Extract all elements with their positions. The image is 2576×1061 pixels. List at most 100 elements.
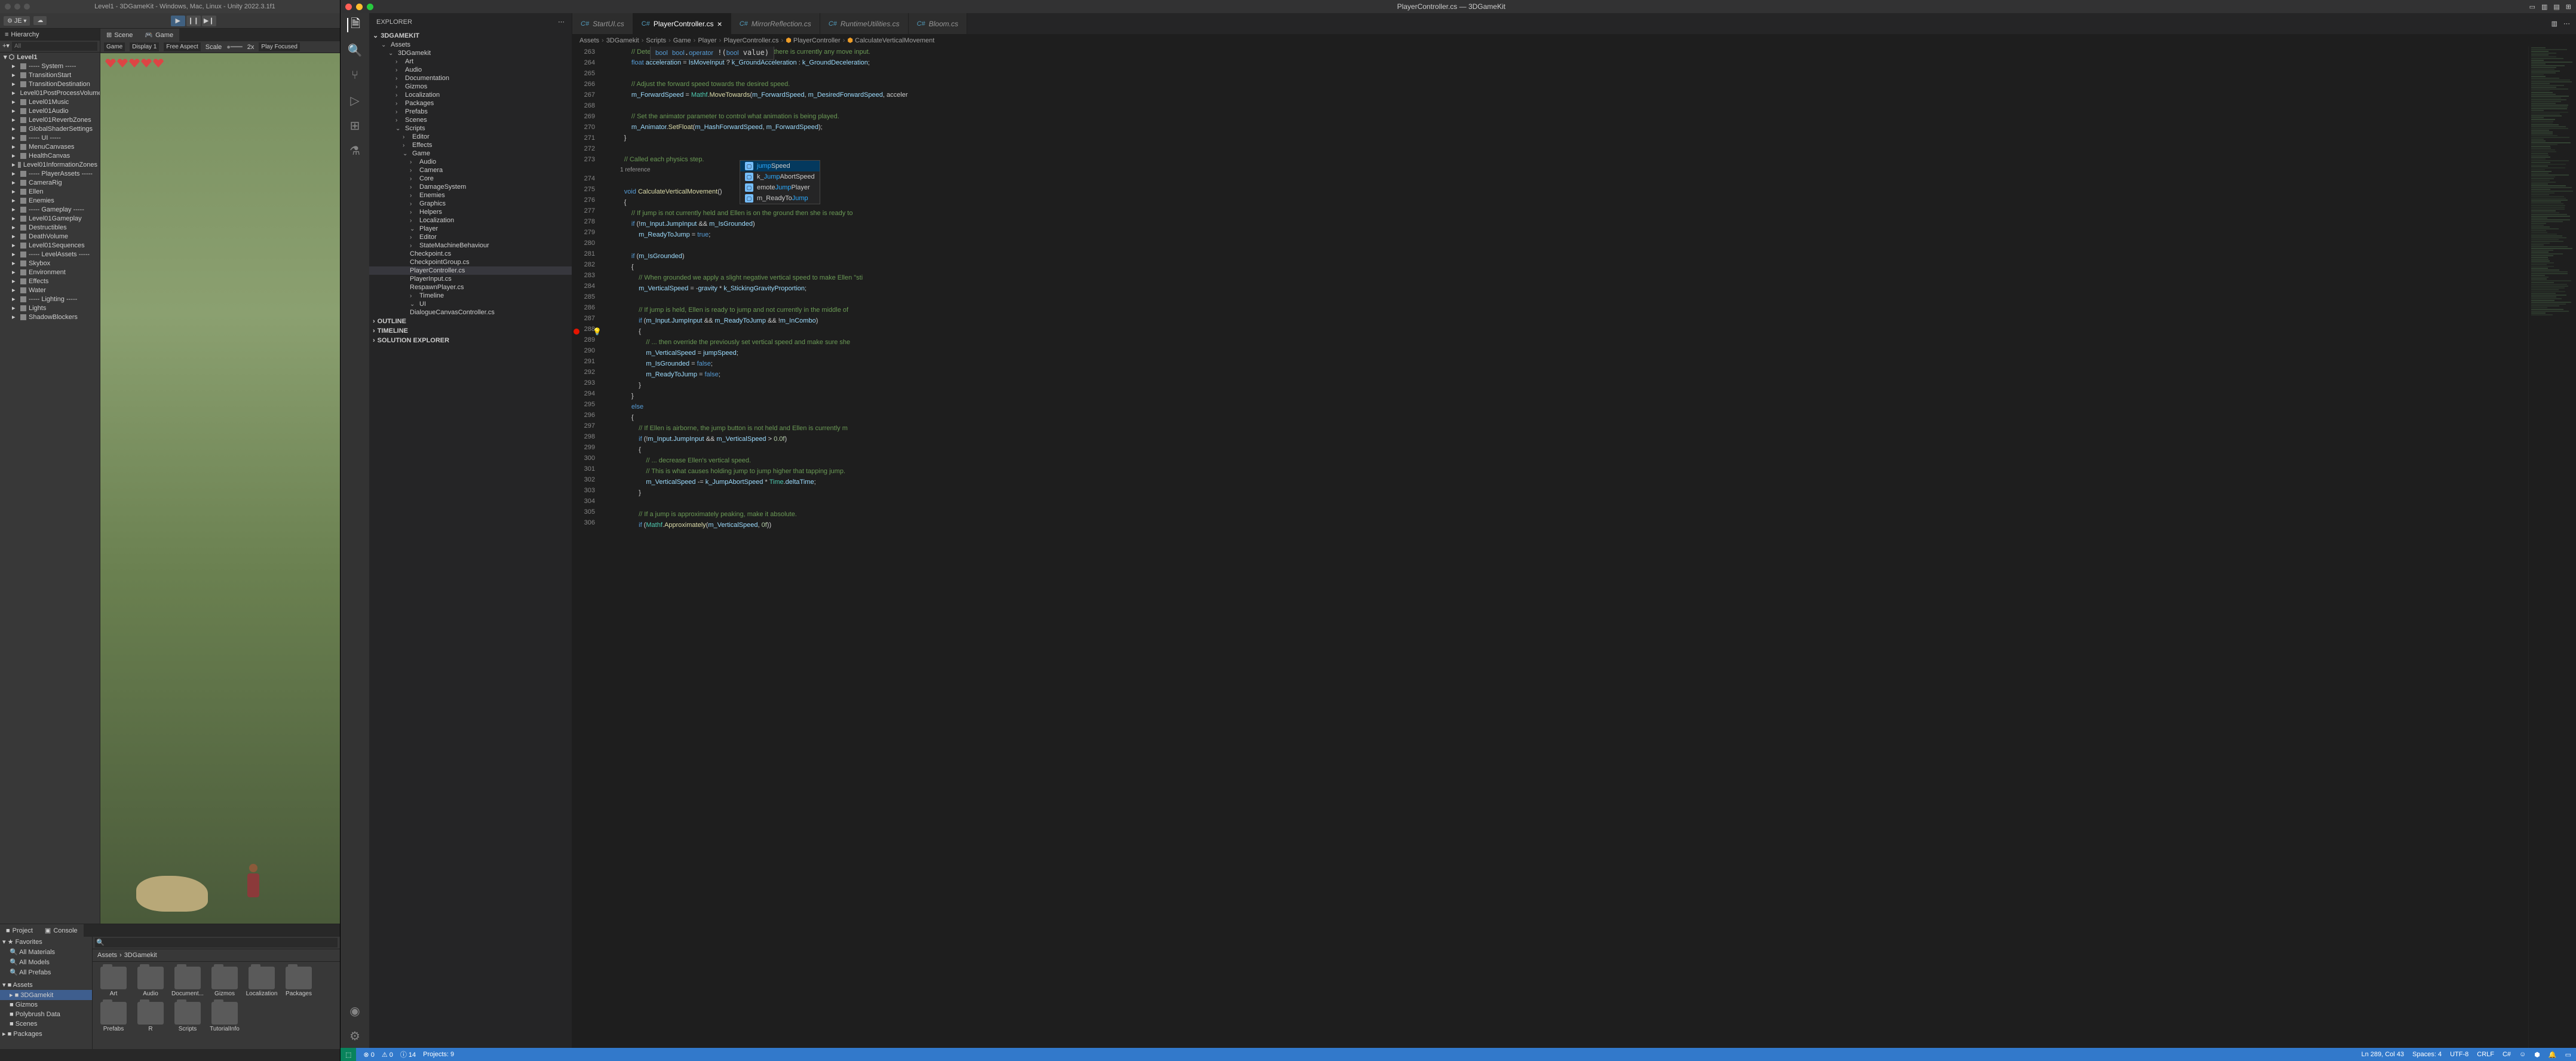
scene-root[interactable]: ▾ ⬡ Level1 — [0, 53, 100, 62]
folder-item[interactable]: ›Prefabs — [369, 108, 572, 116]
asset-item[interactable]: ■ Gizmos — [0, 1000, 92, 1010]
folder-item[interactable]: Localization — [246, 967, 278, 997]
game-dropdown[interactable]: Game — [104, 42, 125, 51]
folder-item[interactable]: ›DamageSystem — [369, 183, 572, 191]
hierarchy-item[interactable]: ▸ Level01PostProcessVolume — [0, 88, 100, 97]
editor-tab[interactable]: C# RuntimeUtilities.cs — [820, 13, 909, 34]
hierarchy-item[interactable]: ▸ HealthCanvas — [0, 151, 100, 160]
console-tab[interactable]: ▣ Console — [39, 924, 84, 937]
maximize-button[interactable] — [24, 4, 30, 10]
csharp-icon[interactable]: ⬢ — [2534, 1051, 2540, 1059]
maximize-button[interactable] — [367, 4, 373, 10]
minimize-button[interactable] — [356, 4, 363, 10]
split-icon[interactable]: ▥ — [2552, 20, 2557, 27]
hierarchy-item[interactable]: ▸ Level01Music — [0, 97, 100, 106]
extensions-icon[interactable]: ⊞ — [348, 118, 362, 133]
hierarchy-item[interactable]: ▸ Level01Sequences — [0, 241, 100, 250]
folder-item[interactable]: Gizmos — [208, 967, 241, 997]
hierarchy-item[interactable]: ▸ Ellen — [0, 187, 100, 196]
hierarchy-item[interactable]: ▸ CameraRig — [0, 178, 100, 187]
autocomplete-popup[interactable]: ▢jumpSpeed▢k_JumpAbortSpeed▢emoteJumpPla… — [740, 160, 820, 204]
debug-icon[interactable]: ▷ — [348, 93, 362, 108]
autocomplete-item[interactable]: ▢jumpSpeed — [740, 161, 820, 171]
file-item[interactable]: Checkpoint.cs — [369, 250, 572, 258]
cloud-button[interactable]: ☁ — [33, 16, 47, 25]
folder-item[interactable]: Scripts — [171, 1002, 204, 1032]
folder-item[interactable]: ⌄Player — [369, 225, 572, 233]
folder-item[interactable]: ›Graphics — [369, 200, 572, 208]
folder-item[interactable]: Prefabs — [97, 1002, 130, 1032]
folder-item[interactable]: ›Localization — [369, 216, 572, 225]
sidebar-icon[interactable]: ▤ — [2553, 3, 2559, 11]
codelens[interactable]: 1 reference — [602, 165, 2576, 176]
timeline-section[interactable]: ›TIMELINE — [369, 326, 572, 336]
spaces[interactable]: Spaces: 4 — [2412, 1051, 2442, 1059]
hierarchy-item[interactable]: ▸ Level01ReverbZones — [0, 115, 100, 124]
hierarchy-search[interactable] — [12, 42, 97, 51]
hierarchy-item[interactable]: ▸ ----- Gameplay ----- — [0, 205, 100, 214]
explorer-icon[interactable]: 🗎 — [347, 18, 361, 32]
folder-grid[interactable]: ArtAudioDocument...GizmosLocalizationPac… — [93, 962, 340, 1049]
display-dropdown[interactable]: Display 1 — [130, 42, 159, 51]
hierarchy-item[interactable]: ▸ Environment — [0, 268, 100, 277]
breadcrumb-item[interactable]: ⬢ CalculateVerticalMovement — [847, 36, 934, 44]
warnings[interactable]: ⚠ 0 — [382, 1051, 393, 1059]
file-item[interactable]: DialogueCanvasController.cs — [369, 308, 572, 317]
projects[interactable]: Projects: 9 — [423, 1051, 454, 1058]
folder-item[interactable]: ›Effects — [369, 141, 572, 149]
lightbulb-icon[interactable]: 💡 — [593, 327, 602, 336]
hierarchy-item[interactable]: ▸ MenuCanvases — [0, 142, 100, 151]
add-button[interactable]: +▾ — [2, 42, 10, 51]
breakpoint-icon[interactable] — [574, 329, 579, 335]
game-tab[interactable]: 🎮 Game — [139, 29, 179, 41]
project-tree[interactable]: ▾ ★ Favorites 🔍 All Materials🔍 All Model… — [0, 937, 93, 1049]
folder-item[interactable]: ⌄Game — [369, 149, 572, 158]
minimap[interactable] — [2528, 47, 2576, 1048]
hierarchy-item[interactable]: ▸ Level01Gameplay — [0, 214, 100, 223]
close-button[interactable] — [5, 4, 11, 10]
breadcrumb-item[interactable]: Game — [673, 37, 691, 44]
editor-tab[interactable]: C# MirrorReflection.cs — [731, 13, 820, 34]
more-icon[interactable]: ⋯ — [2563, 20, 2570, 27]
file-item[interactable]: CheckpointGroup.cs — [369, 258, 572, 266]
language[interactable]: C# — [2503, 1051, 2511, 1059]
bell-icon[interactable]: 🔔 — [2549, 1051, 2557, 1059]
folder-item[interactable]: ›Localization — [369, 91, 572, 99]
errors[interactable]: ⊗ 0 — [363, 1051, 374, 1059]
scene-tab[interactable]: ⊞ Scene — [100, 29, 139, 41]
folder-item[interactable]: ⌄3DGamekit — [369, 49, 572, 57]
file-item[interactable]: PlayerInput.cs — [369, 275, 572, 283]
breadcrumb[interactable]: Assets›3DGamekit›Scripts›Game›Player›Pla… — [572, 34, 2576, 47]
folder-item[interactable]: ›Packages — [369, 99, 572, 108]
hierarchy-item[interactable]: ▸ ----- LevelAssets ----- — [0, 250, 100, 259]
breadcrumb-item[interactable]: Assets — [579, 37, 599, 44]
file-tree[interactable]: ⌄Assets⌄3DGamekit›Art›Audio›Documentatio… — [369, 41, 572, 317]
hierarchy-item[interactable]: ▸ ShadowBlockers — [0, 312, 100, 321]
folder-item[interactable]: Audio — [134, 967, 167, 997]
folder-item[interactable]: Art — [97, 967, 130, 997]
testing-icon[interactable]: ⚗ — [348, 143, 362, 158]
hierarchy-item[interactable]: ▸ Enemies — [0, 196, 100, 205]
asset-item[interactable]: ■ Scenes — [0, 1019, 92, 1029]
hierarchy-item[interactable]: ▸ Water — [0, 286, 100, 295]
hierarchy-item[interactable]: ▸ Level01Audio — [0, 106, 100, 115]
info[interactable]: ⓘ 14 — [400, 1050, 416, 1059]
project-breadcrumb[interactable]: Assets › 3DGamekit — [93, 949, 340, 962]
hierarchy-list[interactable]: ▾ ⬡ Level1 ▸ ----- System -----▸ Transit… — [0, 53, 100, 924]
editor-tab[interactable]: C# PlayerController.cs × — [633, 13, 731, 34]
cursor-position[interactable]: Ln 289, Col 43 — [2362, 1051, 2405, 1059]
layout-icon[interactable]: ▭ — [2529, 3, 2535, 11]
autocomplete-item[interactable]: ▢k_JumpAbortSpeed — [740, 171, 820, 182]
hierarchy-item[interactable]: ▸ DeathVolume — [0, 232, 100, 241]
folder-item[interactable]: ⌄UI — [369, 300, 572, 308]
folder-item[interactable]: ⌄Scripts — [369, 124, 572, 133]
breadcrumb-item[interactable]: 3DGamekit — [606, 37, 639, 44]
customize-icon[interactable]: ⊞ — [2566, 3, 2571, 11]
folder-item[interactable]: ›Gizmos — [369, 82, 572, 91]
asset-item[interactable]: ■ Polybrush Data — [0, 1010, 92, 1019]
folder-item[interactable]: ›Art — [369, 57, 572, 66]
file-item[interactable]: RespawnPlayer.cs — [369, 283, 572, 292]
hierarchy-item[interactable]: ▸ Skybox — [0, 259, 100, 268]
folder-item[interactable]: ›Helpers — [369, 208, 572, 216]
folder-item[interactable]: ›Scenes — [369, 116, 572, 124]
